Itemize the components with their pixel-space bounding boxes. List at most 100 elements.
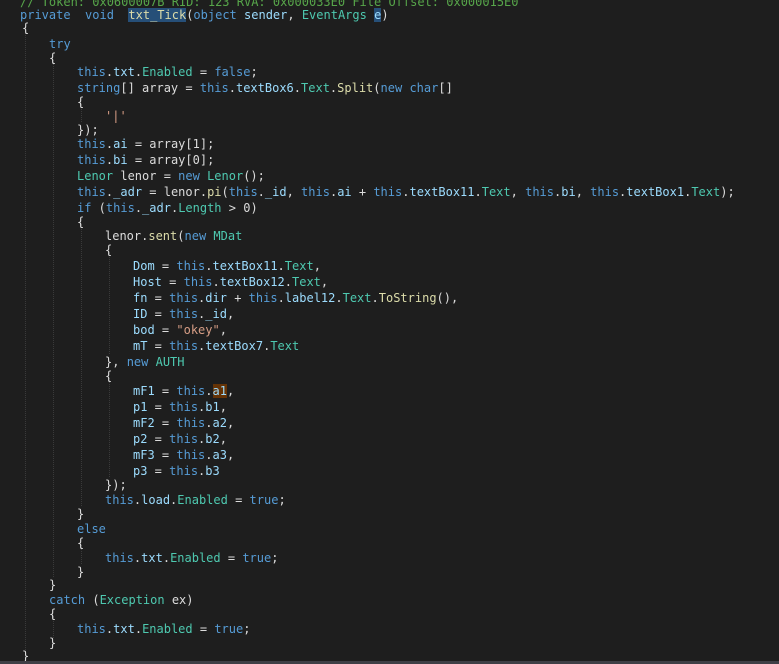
code-token: this [77, 185, 106, 199]
code-token: Enabled [142, 622, 193, 636]
code-line[interactable]: p2 = this.b2, [133, 431, 227, 447]
code-line[interactable]: string[] array = this.textBox6.Text.Spli… [77, 80, 453, 96]
code-token: , [287, 8, 302, 22]
code-token: . [474, 185, 482, 199]
code-token: this [169, 432, 199, 446]
code-token: . [277, 291, 285, 305]
code-token: try [49, 37, 71, 51]
code-token: Exception [99, 593, 165, 607]
code-token: ex) [164, 593, 194, 607]
code-token: = [147, 307, 170, 321]
code-line[interactable]: mT = this.textBox7.Text [133, 338, 299, 354]
code-line[interactable]: this.txt.Enabled = false; [77, 64, 258, 80]
code-editor[interactable]: // Token: 0x0600007B RID: 123 RVA: 0x000… [0, 0, 779, 664]
code-token: ( [177, 229, 185, 243]
code-token: ); [720, 185, 742, 199]
code-token: '|' [105, 109, 127, 123]
code-token: ai [337, 185, 352, 199]
code-token: ( [91, 201, 106, 215]
code-line[interactable]: }); [105, 477, 127, 493]
code-token: } [77, 507, 85, 521]
code-token: MDat [213, 229, 243, 243]
code-token: b3 [205, 464, 220, 478]
code-token: = [154, 448, 177, 462]
code-line[interactable]: { [49, 50, 56, 66]
code-token: { [77, 536, 85, 550]
code-line[interactable]: ID = this._id, [133, 306, 234, 322]
code-token: . [162, 551, 171, 565]
code-line[interactable]: '|' [105, 108, 127, 124]
code-line[interactable]: } [49, 635, 56, 651]
code-token: Text [270, 339, 300, 353]
code-token: _adr [113, 185, 143, 199]
code-line[interactable]: { [77, 214, 84, 230]
code-token: , [219, 323, 227, 337]
code-token: Split [337, 81, 374, 95]
code-line[interactable]: Lenor lenor = new Lenor(); [77, 168, 265, 184]
code-token: ( [373, 81, 381, 95]
code-token: = [147, 339, 170, 353]
code-token: sender [244, 8, 288, 22]
code-line[interactable]: } [77, 506, 84, 522]
code-line[interactable]: if (this._adr.Length > 0) [77, 200, 258, 216]
code-line[interactable]: private void txt_Tick(object sender, Eve… [20, 7, 389, 23]
code-line[interactable]: { [105, 368, 112, 384]
code-token: this [199, 81, 229, 95]
code-token: ; [278, 493, 286, 507]
code-token: , [226, 416, 235, 430]
code-token: . [257, 185, 265, 199]
code-token: . [134, 622, 143, 636]
code-token: Lenor [207, 169, 244, 183]
code-token: this [183, 275, 213, 289]
code-line[interactable]: lenor.sent(new MDat [105, 228, 242, 244]
code-token: . [205, 384, 213, 398]
code-token: AUTH [155, 355, 185, 369]
code-line[interactable]: Host = this.textBox12.Text, [133, 274, 328, 290]
code-line[interactable]: { [77, 535, 84, 551]
code-line[interactable]: Dom = this.textBox11.Text, [133, 258, 321, 274]
code-line[interactable]: } [49, 577, 56, 593]
code-line[interactable]: }, new AUTH [105, 354, 185, 370]
code-line[interactable]: this.ai = array[1]; [77, 136, 214, 152]
code-line[interactable]: p3 = this.b3 [133, 463, 220, 479]
code-token: } [49, 578, 57, 592]
code-line[interactable]: this.txt.Enabled = true; [77, 621, 250, 637]
code-line[interactable]: } [77, 564, 84, 580]
code-line[interactable]: mF2 = this.a2, [133, 415, 234, 431]
code-token: . [205, 416, 213, 430]
code-line[interactable]: this.bi = array[0]; [77, 152, 214, 168]
code-token: else [77, 522, 106, 536]
code-token: }); [105, 478, 127, 492]
code-token: Enabled [142, 65, 193, 79]
code-token: { [105, 369, 113, 383]
code-token: textBox11 [409, 185, 475, 199]
code-token: lenor = [113, 169, 179, 183]
code-token: void [85, 8, 114, 22]
code-line[interactable]: { [49, 606, 56, 622]
code-line[interactable]: { [22, 20, 29, 36]
code-token: Enabled [177, 493, 228, 507]
code-line[interactable]: { [77, 94, 84, 110]
code-line[interactable]: this.txt.Enabled = true; [105, 550, 278, 566]
code-line[interactable]: p1 = this.b1, [133, 399, 227, 415]
code-token: , [510, 185, 526, 199]
code-token: { [105, 243, 113, 257]
code-line[interactable]: bod = "okey", [133, 322, 227, 338]
code-token: _id [205, 307, 227, 321]
code-token: ; [243, 622, 251, 636]
code-token: this [176, 416, 206, 430]
code-line[interactable]: this.load.Enabled = true; [105, 492, 286, 508]
code-line[interactable]: fn = this.dir + this.label12.Text.ToStri… [133, 290, 458, 306]
code-line[interactable]: mF1 = this.a1, [133, 383, 234, 399]
code-line[interactable]: this._adr = lenor.pi(this._id, this.ai +… [77, 184, 742, 200]
code-token: label12 [284, 291, 336, 305]
code-token: p1 [133, 400, 148, 414]
code-line[interactable]: catch (Exception ex) [49, 592, 194, 608]
code-token: Text [301, 81, 330, 95]
code-token: ) [381, 8, 389, 22]
code-line[interactable]: { [105, 242, 112, 258]
code-token: . [293, 81, 302, 95]
code-token: textBox1 [626, 185, 685, 199]
code-line[interactable]: mF3 = this.a3, [133, 447, 234, 463]
